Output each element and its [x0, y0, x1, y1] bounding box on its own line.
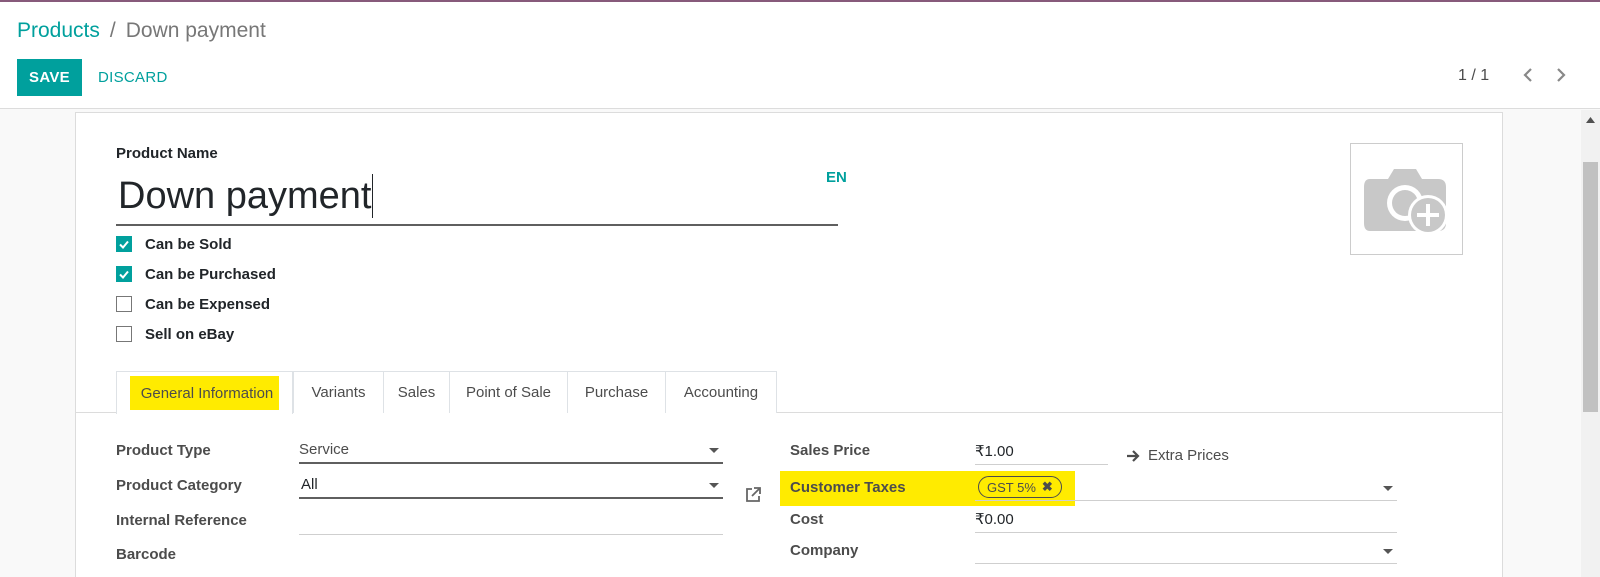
can-be-sold-checkbox[interactable]: [116, 236, 132, 252]
scroll-up-arrow-icon[interactable]: [1584, 114, 1597, 126]
sales-price-input[interactable]: ₹1.00: [975, 439, 1108, 465]
tab-variants-label: Variants: [311, 384, 366, 401]
internal-reference-input[interactable]: [299, 509, 723, 535]
dropdown-caret-icon: [709, 483, 719, 488]
extra-prices-label: Extra Prices: [1148, 447, 1229, 464]
save-button[interactable]: SAVE: [17, 59, 82, 96]
barcode-label: Barcode: [116, 546, 177, 563]
tab-purchase-label: Purchase: [584, 384, 649, 401]
tab-sales[interactable]: Sales: [383, 371, 450, 413]
product-category-label: Product Category: [116, 477, 242, 494]
pager-value[interactable]: 1 / 1: [1458, 67, 1489, 85]
sell-on-ebay-row[interactable]: Sell on eBay: [116, 324, 234, 344]
tab-point-of-sale[interactable]: Point of Sale: [449, 371, 568, 413]
tab-accounting[interactable]: Accounting: [665, 371, 777, 413]
camera-plus-icon: [1363, 169, 1448, 235]
sales-price-label: Sales Price: [790, 442, 871, 459]
product-image-upload[interactable]: [1350, 143, 1463, 255]
can-be-purchased-label: Can be Purchased: [145, 265, 276, 283]
sell-on-ebay-label: Sell on eBay: [145, 325, 235, 343]
breadcrumb: Products / Down payment: [17, 19, 266, 43]
external-link-icon[interactable]: [744, 486, 762, 504]
tab-point-of-sale-label: Point of Sale: [465, 384, 552, 401]
can-be-purchased-row[interactable]: Can be Purchased: [116, 264, 276, 284]
breadcrumb-current: Down payment: [125, 19, 266, 42]
product-category-select[interactable]: All: [299, 473, 723, 499]
product-type-select[interactable]: Service: [299, 438, 723, 464]
notebook-tabs: General Information Variants Sales Point…: [76, 371, 1502, 414]
language-button[interactable]: EN: [826, 169, 847, 186]
sell-on-ebay-checkbox[interactable]: [116, 326, 132, 342]
company-select[interactable]: [975, 538, 1397, 564]
sales-price-value: ₹1.00: [975, 443, 1014, 460]
product-name-label: Product Name: [116, 145, 218, 162]
can-be-expensed-label: Can be Expensed: [145, 295, 271, 313]
form-sheet: Product Name Down payment EN Can be Sold…: [75, 112, 1503, 577]
cost-input[interactable]: ₹0.00: [975, 507, 1397, 533]
cost-value: ₹0.00: [975, 511, 1014, 528]
product-category-value: All: [301, 476, 318, 493]
remove-tag-icon[interactable]: ✖: [1042, 479, 1053, 495]
product-name-value[interactable]: Down payment: [116, 175, 371, 218]
tax-tag-label: GST 5%: [987, 479, 1036, 495]
breadcrumb-separator: /: [109, 19, 116, 42]
tab-accounting-label: Accounting: [683, 384, 759, 401]
product-name-input[interactable]: Down payment: [116, 168, 838, 226]
company-label: Company: [790, 542, 859, 559]
tab-variants[interactable]: Variants: [293, 371, 384, 413]
cost-label: Cost: [790, 511, 824, 528]
tab-general-information[interactable]: General Information: [116, 371, 293, 414]
chevron-left-icon[interactable]: [1518, 64, 1538, 86]
can-be-purchased-checkbox[interactable]: [116, 266, 132, 282]
control-panel: Products / Down payment SAVE DISCARD 1 /…: [0, 2, 1600, 109]
can-be-sold-row[interactable]: Can be Sold: [116, 234, 232, 254]
can-be-sold-label: Can be Sold: [145, 235, 232, 253]
extra-prices-button[interactable]: Extra Prices: [1126, 447, 1229, 464]
product-type-label: Product Type: [116, 442, 211, 459]
dropdown-caret-icon: [1383, 486, 1393, 491]
tab-purchase[interactable]: Purchase: [567, 371, 666, 413]
arrow-right-icon: [1127, 449, 1140, 462]
chevron-right-icon[interactable]: [1551, 64, 1571, 86]
dropdown-caret-icon: [709, 448, 719, 453]
tab-general-information-label: General Information: [129, 376, 280, 410]
product-type-value: Service: [299, 441, 350, 458]
can-be-expensed-checkbox[interactable]: [116, 296, 132, 312]
breadcrumb-products-link[interactable]: Products: [17, 19, 100, 43]
scrollbar-thumb[interactable]: [1583, 162, 1598, 412]
discard-button[interactable]: DISCARD: [98, 59, 168, 96]
customer-taxes-label: Customer Taxes: [790, 479, 906, 496]
tax-tag-gst-5: GST 5% ✖: [978, 476, 1062, 498]
can-be-expensed-row[interactable]: Can be Expensed: [116, 294, 270, 314]
text-cursor: [372, 174, 374, 218]
tab-sales-label: Sales: [397, 384, 436, 401]
internal-reference-label: Internal Reference: [116, 512, 247, 529]
dropdown-caret-icon: [1383, 549, 1393, 554]
